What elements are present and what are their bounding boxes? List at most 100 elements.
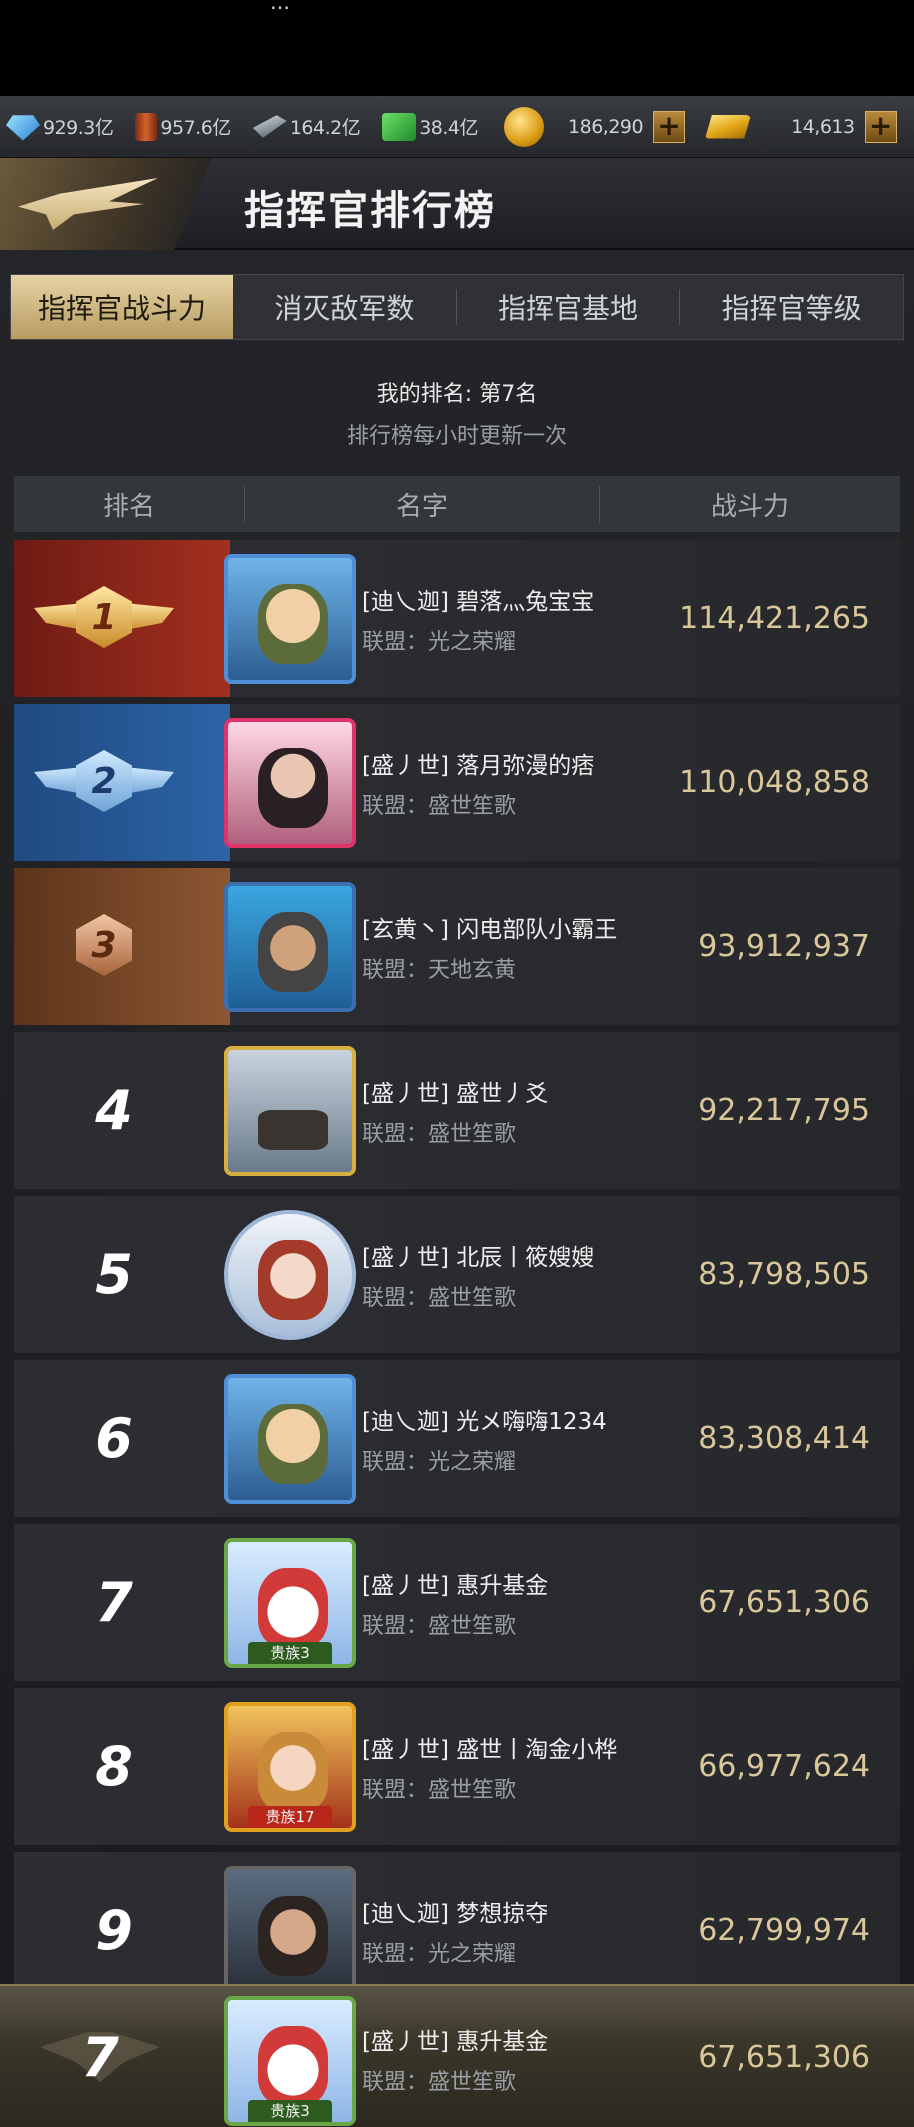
my-rank-text: 我的排名: 第7名: [376, 382, 538, 407]
table-row[interactable]: 7 贵族3 [盛丿世] 惠升基金 联盟：盛世笙歌 67,651,306: [14, 1524, 900, 1681]
player-name: [盛丿世] 北辰丨筱嫂嫂: [362, 1245, 595, 1271]
add-gold-button[interactable]: +: [864, 110, 897, 143]
table-row[interactable]: 1 [迪乀迦] 碧落灬兔宝宝 联盟：光之荣耀 114,421,265: [14, 540, 900, 697]
gold-medal-icon: 1: [34, 582, 174, 654]
page-title: 指挥官排行榜: [244, 188, 496, 234]
column-rank: 排名: [102, 491, 155, 522]
tab-commander-power[interactable]: 指挥官战斗力: [11, 275, 233, 339]
player-name: [盛丿世] 盛世丨淘金小桦: [362, 1737, 618, 1763]
resource-crystal[interactable]: 929.3亿: [6, 113, 114, 141]
power-value: 66,977,624: [698, 1749, 870, 1784]
vip-badge: 贵族17: [248, 1806, 332, 1828]
player-name: [盛丿世] 惠升基金: [362, 1573, 549, 1599]
tab-commander-level[interactable]: 指挥官等级: [680, 275, 903, 339]
crystal-icon: [6, 115, 40, 141]
column-name: 名字: [244, 485, 600, 523]
rank-number: 1: [76, 586, 132, 648]
player-name: [迪乀迦] 碧落灬兔宝宝: [362, 589, 595, 615]
my-rank-row[interactable]: 7 贵族3 [盛丿世] 惠升基金 联盟：盛世笙歌 67,651,306: [0, 1984, 914, 2127]
player-alliance: 联盟：盛世笙歌: [362, 1286, 517, 1311]
gold-bar-icon: [705, 114, 752, 139]
player-alliance: 联盟：光之荣耀: [362, 630, 517, 655]
vip-badge: 贵族3: [248, 1642, 332, 1664]
status-text-fragment: …: [270, 0, 290, 14]
eagle-emblem-icon: [18, 178, 158, 230]
power-value: 114,421,265: [679, 601, 870, 636]
resource-gold[interactable]: 14,613 +: [705, 110, 897, 143]
table-row[interactable]: 5 [盛丿世] 北辰丨筱嫂嫂 联盟：盛世笙歌 83,798,505: [14, 1196, 900, 1353]
update-note: 排行榜每小时更新一次: [346, 424, 567, 449]
power-value: 110,048,858: [679, 765, 870, 800]
player-name: [玄黄丶] 闪电部队小霸王: [362, 917, 618, 943]
player-alliance: 联盟：盛世笙歌: [362, 1778, 517, 1803]
rank-number: 4: [95, 1079, 133, 1142]
table-row[interactable]: 4 [盛丿世] 盛世丿爻 联盟：盛世笙歌 92,217,795: [14, 1032, 900, 1189]
resource-coin[interactable]: 186,290 +: [504, 106, 686, 147]
power-value: 93,912,937: [698, 929, 870, 964]
vip-badge: 贵族3: [248, 2100, 332, 2122]
table-row[interactable]: 3 [玄黄丶] 闪电部队小霸王 联盟：天地玄黄 93,912,937: [14, 868, 900, 1025]
avatar[interactable]: [224, 1866, 356, 1996]
ranking-list: 1 [迪乀迦] 碧落灬兔宝宝 联盟：光之荣耀 114,421,265 2 [盛丿…: [14, 540, 900, 2016]
table-row[interactable]: 8 贵族17 [盛丿世] 盛世丨淘金小桦 联盟：盛世笙歌 66,977,624: [14, 1688, 900, 1845]
leaderboard-panel: 指挥官战斗力 消灭敌军数 指挥官基地 指挥官等级 我的排名: 第7名 排行榜每小…: [0, 250, 914, 2127]
resource-cash[interactable]: 38.4亿: [382, 112, 479, 141]
table-row[interactable]: 2 [盛丿世] 落月弥漫的痞 联盟：盛世笙歌 110,048,858: [14, 704, 900, 861]
add-coin-button[interactable]: +: [653, 110, 686, 143]
my-rank-number: 7: [81, 2026, 119, 2089]
status-bar: …: [0, 0, 914, 96]
power-value: 83,798,505: [698, 1257, 870, 1292]
tab-bar: 指挥官战斗力 消灭敌军数 指挥官基地 指挥官等级: [10, 274, 904, 340]
rank-number: 6: [95, 1407, 133, 1470]
player-alliance: 联盟：光之荣耀: [362, 1942, 517, 1967]
avatar[interactable]: [224, 718, 356, 848]
power-value: 92,217,795: [698, 1093, 870, 1128]
my-power-value: 67,651,306: [698, 2040, 870, 2075]
avatar[interactable]: [224, 554, 356, 684]
resource-value: 929.3亿: [43, 117, 114, 139]
power-value: 83,308,414: [698, 1421, 870, 1456]
player-alliance: 联盟：光之荣耀: [362, 1450, 517, 1475]
resource-bar: 929.3亿 957.6亿 164.2亿 38.4亿 186,290 + 14,…: [0, 96, 914, 158]
avatar[interactable]: [224, 1374, 356, 1504]
power-value: 67,651,306: [698, 1585, 870, 1620]
player-name: [盛丿世] 落月弥漫的痞: [362, 753, 595, 779]
avatar[interactable]: 贵族3: [224, 1538, 356, 1668]
tab-enemies-destroyed[interactable]: 消灭敌军数: [233, 275, 456, 339]
avatar[interactable]: [224, 882, 356, 1012]
rank-number: 2: [76, 750, 132, 812]
player-name: [迪乀迦] 光メ嗨嗨1234: [362, 1409, 607, 1435]
player-alliance: 联盟：盛世笙歌: [362, 794, 517, 819]
avatar[interactable]: 贵族17: [224, 1702, 356, 1832]
resource-value: 38.4亿: [419, 117, 479, 139]
bronze-medal-icon: 3: [34, 910, 174, 982]
steel-icon: [252, 115, 287, 138]
resource-value: 957.6亿: [160, 117, 231, 139]
avatar[interactable]: [224, 1210, 356, 1340]
resource-steel[interactable]: 164.2亿: [252, 113, 361, 141]
resource-oil[interactable]: 957.6亿: [135, 112, 231, 141]
oil-barrel-icon: [135, 112, 158, 141]
rank-number: 8: [95, 1735, 133, 1798]
column-power: 战斗力: [710, 491, 789, 522]
cash-icon: [382, 112, 417, 141]
player-alliance: 联盟：盛世笙歌: [362, 1614, 517, 1639]
rank-number: 3: [76, 914, 132, 976]
resource-value: 164.2亿: [289, 117, 361, 139]
table-header: 排名 名字 战斗力: [14, 476, 900, 532]
coin-icon: [504, 106, 545, 147]
player-name: [盛丿世] 盛世丿爻: [362, 1081, 549, 1107]
back-button[interactable]: [0, 158, 212, 250]
my-player-name: [盛丿世] 惠升基金: [362, 2029, 549, 2055]
avatar[interactable]: [224, 1046, 356, 1176]
rank-number: 7: [95, 1571, 133, 1634]
resource-value: 14,613: [791, 115, 855, 138]
my-avatar[interactable]: 贵族3: [224, 1996, 356, 2126]
page-header: 指挥官排行榜: [0, 158, 914, 250]
my-player-alliance: 联盟：盛世笙歌: [362, 2070, 517, 2095]
table-row[interactable]: 6 [迪乀迦] 光メ嗨嗨1234 联盟：光之荣耀 83,308,414: [14, 1360, 900, 1517]
player-name: [迪乀迦] 梦想掠夺: [362, 1901, 549, 1927]
resource-value: 186,290: [568, 115, 644, 138]
tab-commander-base[interactable]: 指挥官基地: [457, 275, 680, 339]
rank-number: 5: [95, 1243, 133, 1306]
